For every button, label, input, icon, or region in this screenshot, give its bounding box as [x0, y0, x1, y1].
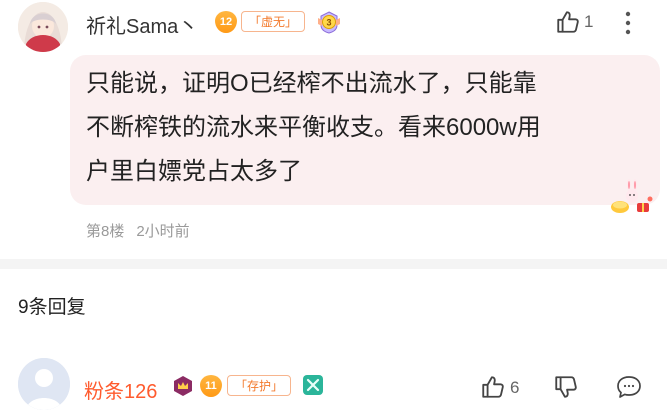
- post-text[interactable]: 只能说，证明O已经榨不出流水了，只能靠 不断榨铁的流水来平衡收支。看来6000w…: [86, 62, 656, 194]
- thumbs-down-icon[interactable]: [553, 374, 579, 400]
- post-like-count: 1: [584, 12, 594, 31]
- thumbs-up-icon[interactable]: [555, 9, 581, 35]
- level-number: 12: [219, 16, 233, 28]
- chat-icon[interactable]: [615, 374, 643, 400]
- section-divider: [0, 259, 667, 269]
- comment-like-count: 6: [510, 378, 520, 397]
- reply-count[interactable]: 9条回复: [18, 292, 86, 319]
- avatar[interactable]: [18, 358, 70, 410]
- medal-number: 3: [326, 18, 331, 28]
- crown-icon: [172, 374, 194, 398]
- level-number: 11: [205, 380, 217, 392]
- avatar[interactable]: [18, 2, 68, 52]
- post-time: 2小时前: [136, 223, 190, 240]
- title-tag: 「存护」: [227, 375, 292, 396]
- post-text-line: 不断榨铁的流水来平衡收支。看来6000w用: [86, 114, 541, 141]
- medal-icon: 3: [316, 9, 342, 35]
- level-badge-icon: 12: [215, 11, 237, 33]
- level-badge-icon: 11: [200, 375, 222, 397]
- more-vertical-icon[interactable]: [620, 8, 636, 38]
- post-text-line: 户里白嫖党占太多了: [86, 158, 302, 185]
- title-tag: 「虚无」: [241, 11, 306, 32]
- sticker-icon: [302, 374, 324, 396]
- post-meta: 第8楼 2小时前: [86, 220, 190, 241]
- ornament-icon: [600, 176, 656, 216]
- post-username[interactable]: 祈礼Sama丶: [86, 10, 198, 39]
- post-text-line: 只能说，证明O已经榨不出流水了，只能靠: [86, 70, 537, 97]
- thumbs-up-icon[interactable]: [480, 374, 506, 400]
- floor-number: 第8楼: [86, 223, 125, 240]
